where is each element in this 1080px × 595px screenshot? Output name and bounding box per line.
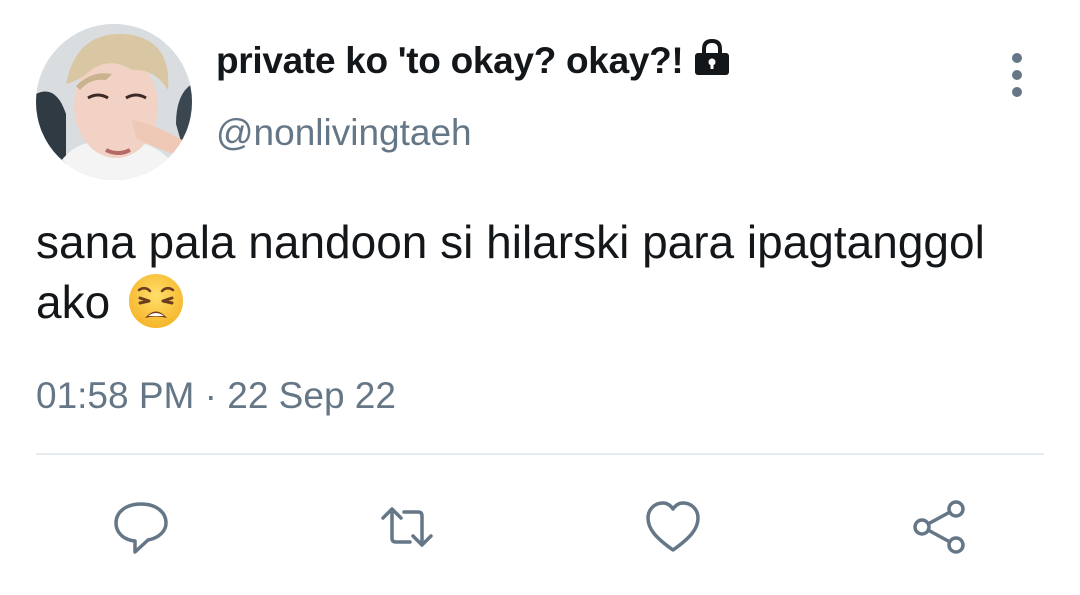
- share-button[interactable]: [904, 492, 974, 562]
- tweet-timestamp[interactable]: 01:58 PM · 22 Sep 22: [36, 375, 396, 417]
- menu-dot: [1012, 53, 1022, 63]
- avatar-photo: [36, 24, 192, 180]
- reply-icon: [114, 502, 168, 554]
- menu-dot: [1012, 70, 1022, 80]
- user-handle[interactable]: @nonlivingtaeh: [216, 112, 472, 154]
- reply-button[interactable]: [106, 492, 176, 562]
- weary-face-emoji: [128, 274, 183, 328]
- divider: [36, 453, 1044, 455]
- like-button[interactable]: [638, 492, 708, 562]
- action-bar: [0, 492, 1080, 562]
- tweet-card: private ko 'to okay? okay?! @nonlivingta…: [0, 0, 1080, 595]
- display-name[interactable]: private ko 'to okay? okay?!: [216, 40, 684, 82]
- retweet-icon: [381, 507, 433, 547]
- lock-icon: [695, 38, 730, 75]
- share-icon: [913, 500, 965, 554]
- like-icon: [646, 501, 700, 552]
- menu-dot: [1012, 87, 1022, 97]
- retweet-button[interactable]: [372, 492, 442, 562]
- tweet-text: sana pala nandoon si hilarski para ipagt…: [36, 212, 1036, 332]
- avatar[interactable]: [36, 24, 192, 180]
- name-row: private ko 'to okay? okay?!: [216, 38, 733, 82]
- more-vertical-icon[interactable]: [996, 52, 1038, 98]
